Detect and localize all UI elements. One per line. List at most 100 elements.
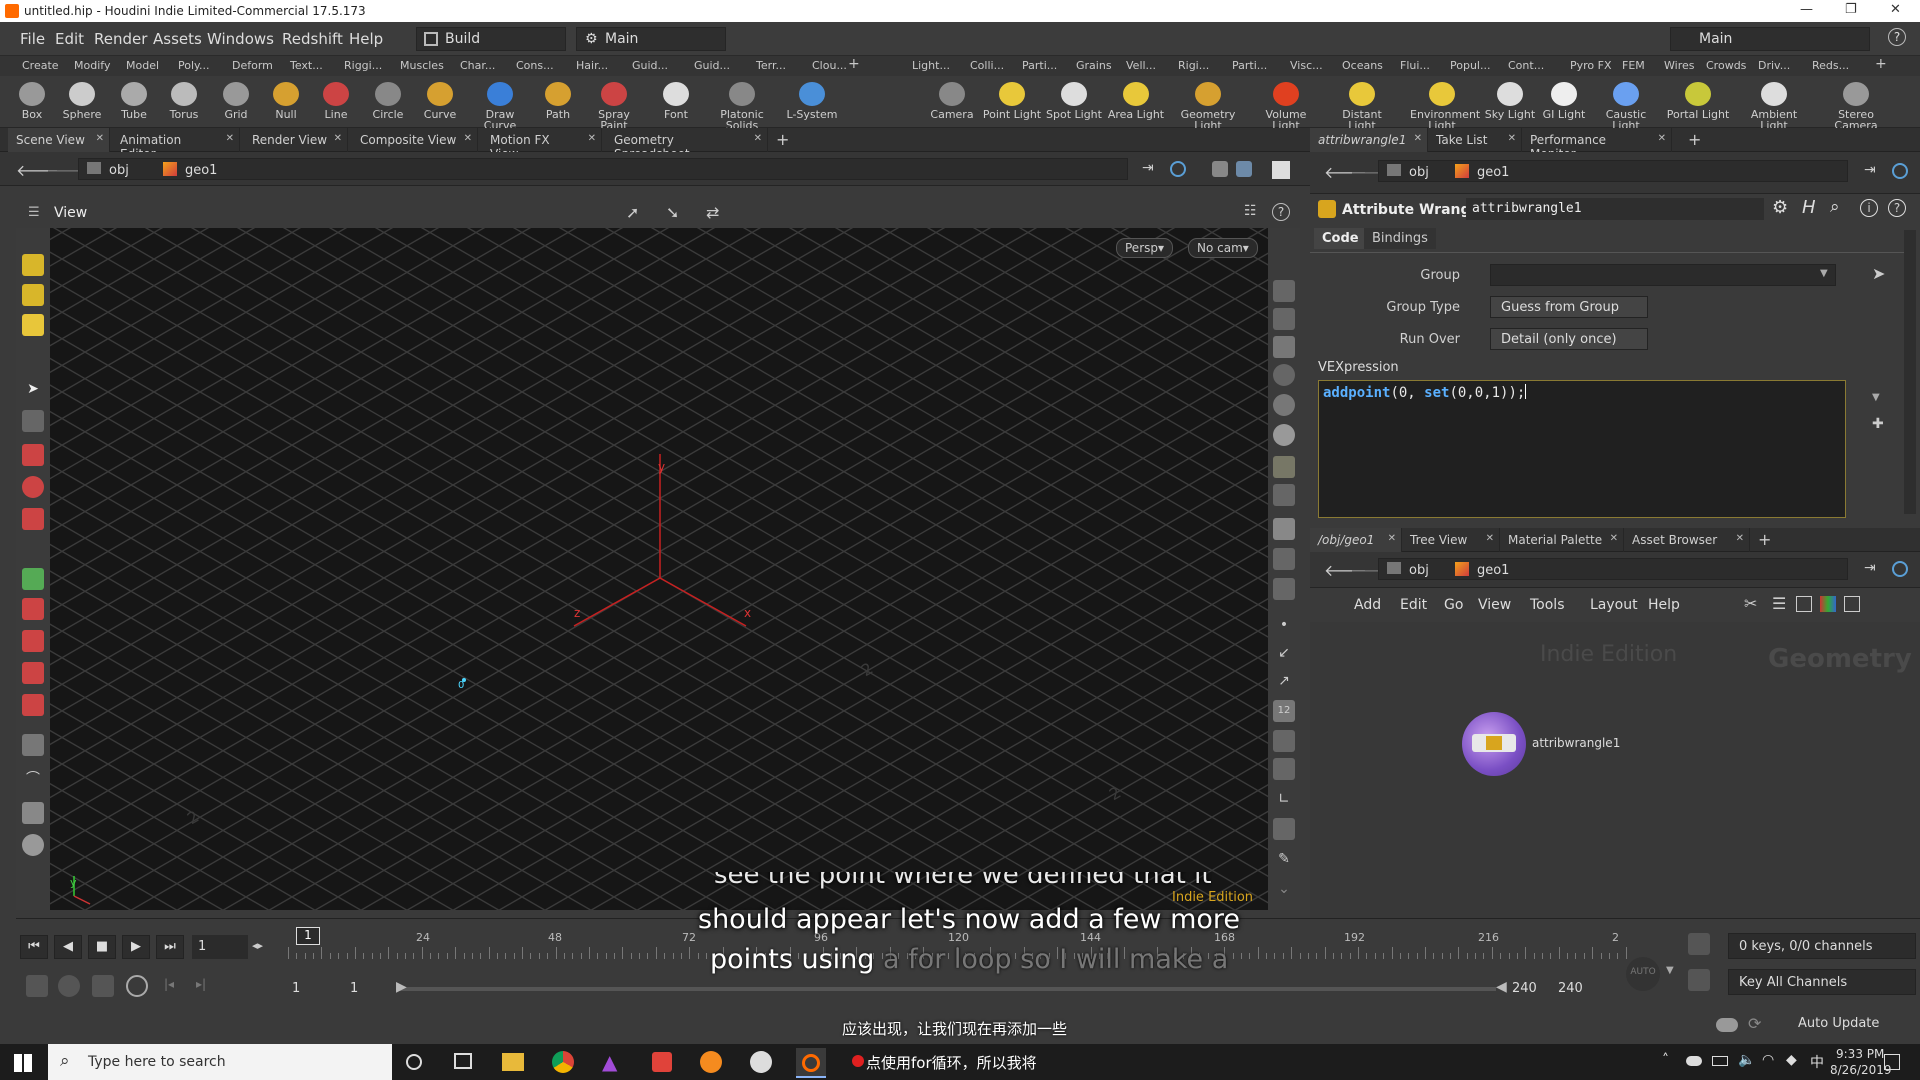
network-path-breadcrumb[interactable]: obj geo1 [1378,558,1848,580]
tab-close-icon[interactable]: ✕ [96,133,104,144]
right-tab-performance-monitor[interactable]: Performance Monitor✕ [1522,128,1672,161]
right-tab-attribwrangle1[interactable]: attribwrangle1 ✕ [1310,128,1428,152]
shelf-tab-left-2[interactable]: Model [126,59,159,72]
notification-icon[interactable] [1884,1054,1900,1070]
snapping-icon[interactable] [1273,818,1295,840]
shelf-tab-right-16[interactable]: Driv... [1758,59,1790,72]
auto-update-menu[interactable]: Auto Update [1798,1016,1879,1031]
group-type-menu[interactable]: Guess from Group [1490,296,1648,318]
network-menu-go[interactable]: Go [1444,597,1463,613]
range-start-field[interactable]: 1 [292,981,300,996]
shelf-tab-left-14[interactable]: Clou... [812,59,847,72]
right-desktop-selector[interactable]: Main [1670,27,1870,51]
color-palette-icon[interactable] [1820,596,1836,612]
add-network-tab-icon[interactable]: + [1758,530,1771,549]
help-icon[interactable]: ? [1888,28,1906,46]
blender-icon[interactable] [700,1051,722,1073]
tab-code[interactable]: Code [1314,228,1367,249]
tab-close-icon[interactable]: ✕ [1388,533,1396,544]
unity-icon[interactable] [750,1051,772,1073]
range-handle-left-icon[interactable]: ▶ [396,979,407,995]
shelf-tool-draw-curve[interactable]: Draw Curve [472,76,528,131]
app-triangle-icon[interactable]: ▲ [602,1050,617,1074]
shelf-tab-right-17[interactable]: Reds... [1812,59,1849,72]
vex-code-editor[interactable]: addpoint(0, set(0,0,1)); [1318,380,1846,518]
chrome-icon[interactable] [552,1051,574,1073]
code-add-icon[interactable]: ✚ [1872,416,1884,432]
shelf-tab-right-7[interactable]: Visc... [1290,59,1323,72]
viewport-help-icon[interactable]: ? [1272,203,1290,221]
render-ball-icon[interactable] [22,834,44,856]
shelf-tool-font[interactable]: Font [648,76,704,128]
shelf-tool-distant-light[interactable]: Distant Light [1330,76,1394,131]
shelf-tool-caustic-light[interactable]: Caustic Light [1594,76,1658,131]
shelf-tab-right-14[interactable]: Wires [1664,59,1694,72]
shelf-tab-left-10[interactable]: Hair... [576,59,608,72]
range-start2-field[interactable]: 1 [350,981,358,996]
net-target-icon[interactable] [1892,561,1908,577]
network-menu-edit[interactable]: Edit [1400,597,1427,613]
shelf-tool-platonic-solids[interactable]: Platonic Solids [714,76,770,131]
shelf-tool-environment-light[interactable]: Environment Light [1410,76,1480,131]
shelf-tab-left-13[interactable]: Terr... [756,59,786,72]
loop-icon[interactable] [126,975,148,997]
shelf-tab-right-15[interactable]: Crowds [1706,59,1746,72]
hand-icon[interactable] [1273,730,1295,752]
shelf-tab-left-0[interactable]: Create [22,59,59,72]
view-menu-icon[interactable]: ☰ [28,205,40,220]
shelf-tab-left-7[interactable]: Muscles [400,59,444,72]
shelf-tool-circle[interactable]: Circle [360,76,416,128]
shelf-tool-geometry-light[interactable]: Geometry Light [1176,76,1240,131]
menu-windows[interactable]: Windows [207,30,274,48]
restore-button[interactable]: ❐ [1845,2,1857,17]
tab-animation-editor[interactable]: Animation Editor✕ [112,128,240,161]
network-tab-1[interactable]: Tree View ✕ [1402,528,1500,552]
tab-geometry-spreadsheet[interactable]: Geometry Spreadsheet✕ [606,128,768,161]
shelf-tab-right-13[interactable]: FEM [1622,59,1645,72]
param-path-breadcrumb[interactable]: obj geo1 [1378,160,1848,182]
shelf-tool-sphere[interactable]: Sphere [54,76,110,128]
key-all-channels-button[interactable]: Key All Channels [1728,969,1916,995]
file-explorer-icon[interactable] [502,1053,524,1071]
tray-cloud-icon[interactable] [1686,1056,1702,1066]
persp-button[interactable]: Persp▾ [1116,238,1174,258]
network-menu-layout[interactable]: Layout [1590,597,1638,613]
info-icon[interactable]: i [1860,199,1878,217]
tab-close-icon[interactable]: ✕ [1486,533,1494,544]
network-tab-0[interactable]: /obj/geo1 ✕ [1310,528,1402,552]
shelf-tab-right-6[interactable]: Parti... [1232,59,1267,72]
dolly-icon[interactable] [1273,578,1295,600]
keyframe-icon[interactable] [1688,933,1710,955]
shelf-tab-left-5[interactable]: Text... [290,59,323,72]
tab-close-icon[interactable]: ✕ [334,133,342,144]
tab-bindings[interactable]: Bindings [1364,228,1436,249]
windows-start-icon[interactable] [14,1054,32,1072]
pin-icon[interactable]: ⇥ [1142,160,1154,176]
group-dropdown-icon[interactable]: ▼ [1820,268,1828,279]
right-tab-take-list[interactable]: Take List ✕ [1428,128,1522,152]
shelf-tool-torus[interactable]: Torus [156,76,212,128]
jump-end-button[interactable]: ⏭ [156,935,184,959]
grid-view-icon[interactable] [1844,596,1860,612]
houdini-taskbar-icon[interactable] [796,1048,826,1078]
node-name-field[interactable]: attribwrangle1 [1466,198,1764,220]
network-menu-add[interactable]: Add [1354,597,1381,613]
tray-battery-icon[interactable] [1712,1056,1728,1066]
app-red-icon[interactable] [652,1052,672,1072]
shelf-tool-spot-light[interactable]: Spot Light [1042,76,1106,128]
display-options-icon[interactable]: ☷ [1244,203,1257,219]
add-shelf-tab-right-icon[interactable]: + [1875,56,1887,72]
stop-button[interactable]: ■ [88,935,116,959]
shelf-tool-tube[interactable]: Tube [106,76,162,128]
shelf-tool-l-system[interactable]: L-System [784,76,840,128]
cortana-icon[interactable] [406,1054,422,1070]
select-points-icon[interactable] [22,254,44,276]
render-icon[interactable] [1236,161,1252,177]
range-end2-field[interactable]: 240 [1558,981,1583,996]
shelf-tab-left-11[interactable]: Guid... [632,59,668,72]
eraser-icon[interactable] [22,802,44,824]
pose-icon[interactable] [22,598,44,620]
shelf-tool-gi-light[interactable]: GI Light [1532,76,1596,128]
network-tab-2[interactable]: Material Palette ✕ [1500,528,1624,552]
menu-render[interactable]: Render [94,30,147,48]
